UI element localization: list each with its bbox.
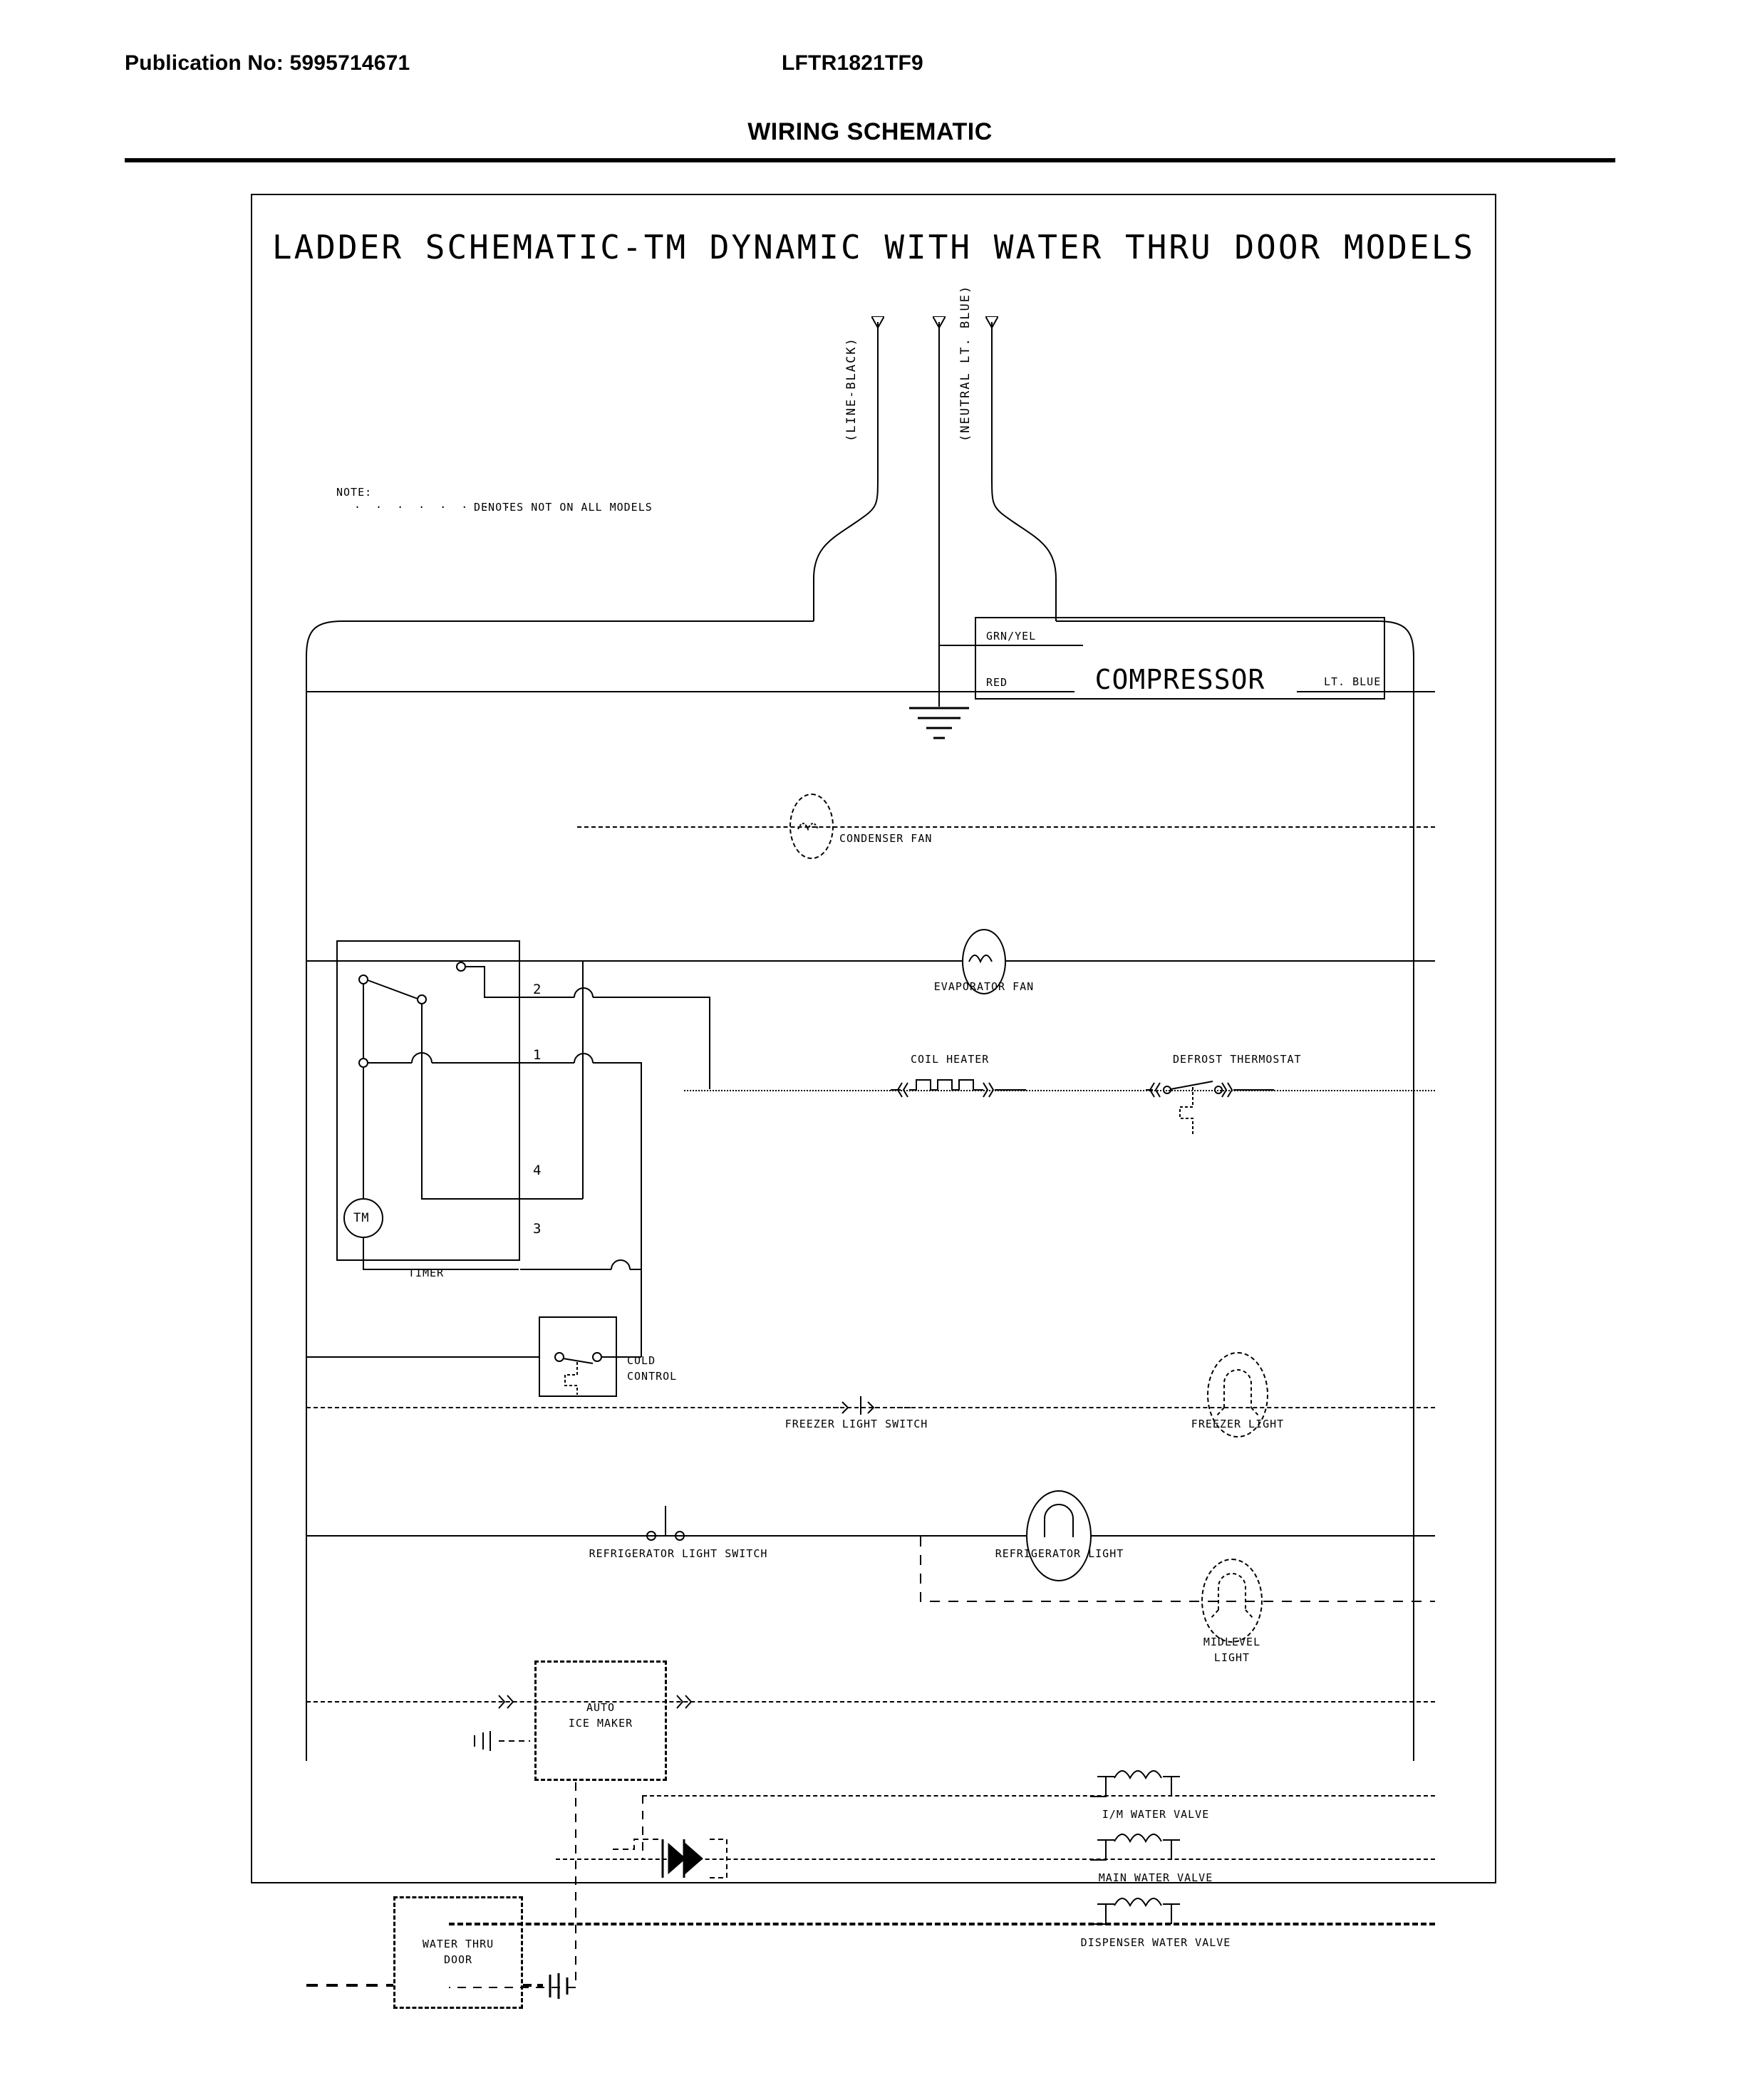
- water-thru-door-wiring: [306, 1973, 569, 1999]
- schematic-page: Publication No: 5995714671 LFTR1821TF9 W…: [0, 0, 1740, 2100]
